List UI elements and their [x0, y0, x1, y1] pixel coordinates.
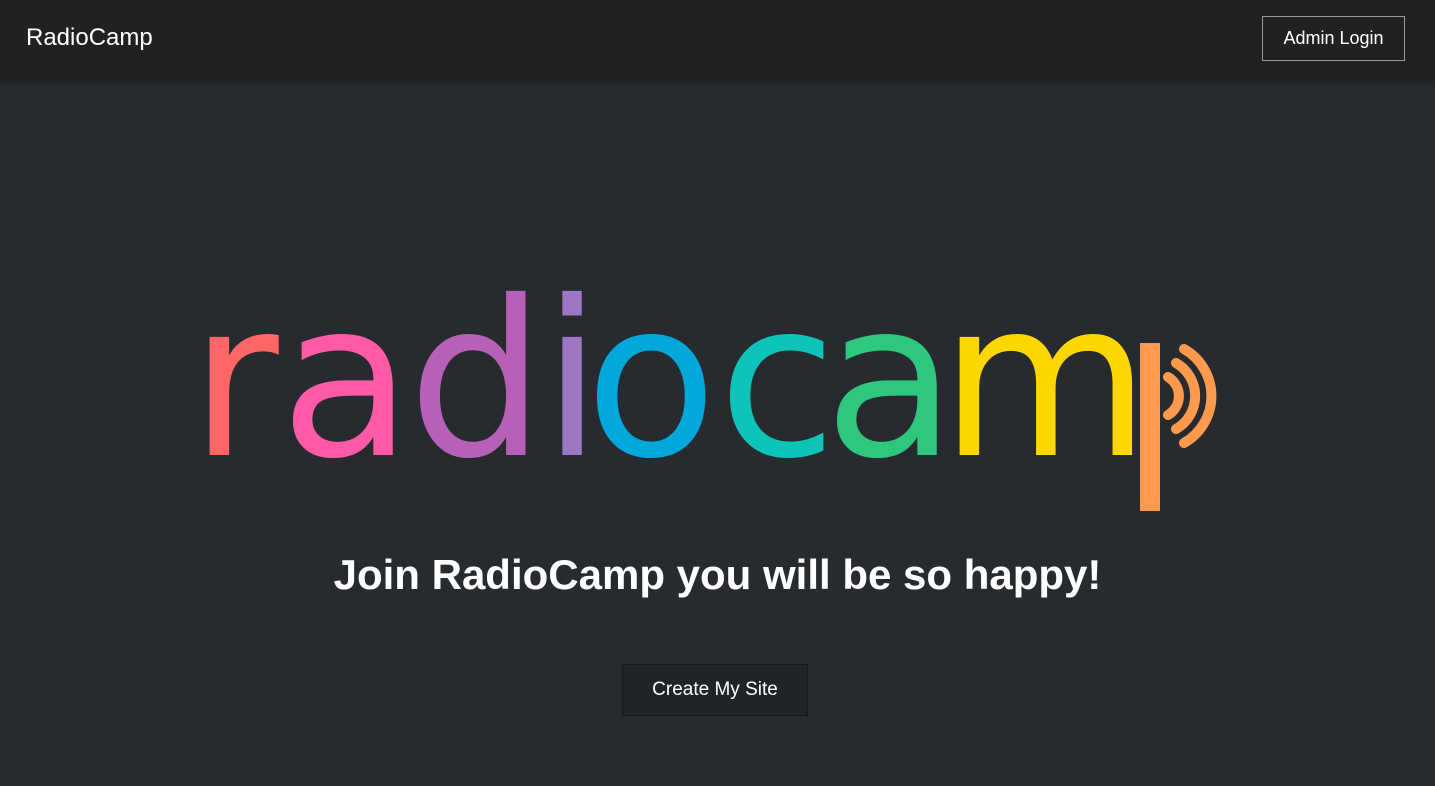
radiocamp-logo: r a d i o c a m [190, 275, 1217, 511]
logo-letter-o: o [585, 275, 717, 506]
logo-letter-a2: a [824, 275, 956, 506]
logo-letter-m: m [940, 275, 1150, 506]
hero-tagline: Join RadioCamp you will be so happy! [333, 551, 1102, 598]
hero-section: r a d i o c a m Join RadioCamp you will … [0, 80, 1435, 786]
admin-login-button[interactable]: Admin Login [1262, 16, 1405, 61]
logo-letter-a1: a [280, 275, 412, 506]
logo-letter-p [1140, 343, 1160, 511]
brand-link[interactable]: RadioCamp [26, 22, 153, 54]
logo-letter-c: c [718, 275, 837, 506]
logo-wordmark: r a d i o c a m [190, 275, 1150, 506]
logo-letter-d: d [408, 275, 545, 506]
radio-waves-icon [1163, 344, 1217, 448]
top-navbar: RadioCamp Admin Login [0, 0, 1435, 80]
create-my-site-button[interactable]: Create My Site [622, 664, 808, 716]
logo-letter-r: r [190, 275, 279, 506]
